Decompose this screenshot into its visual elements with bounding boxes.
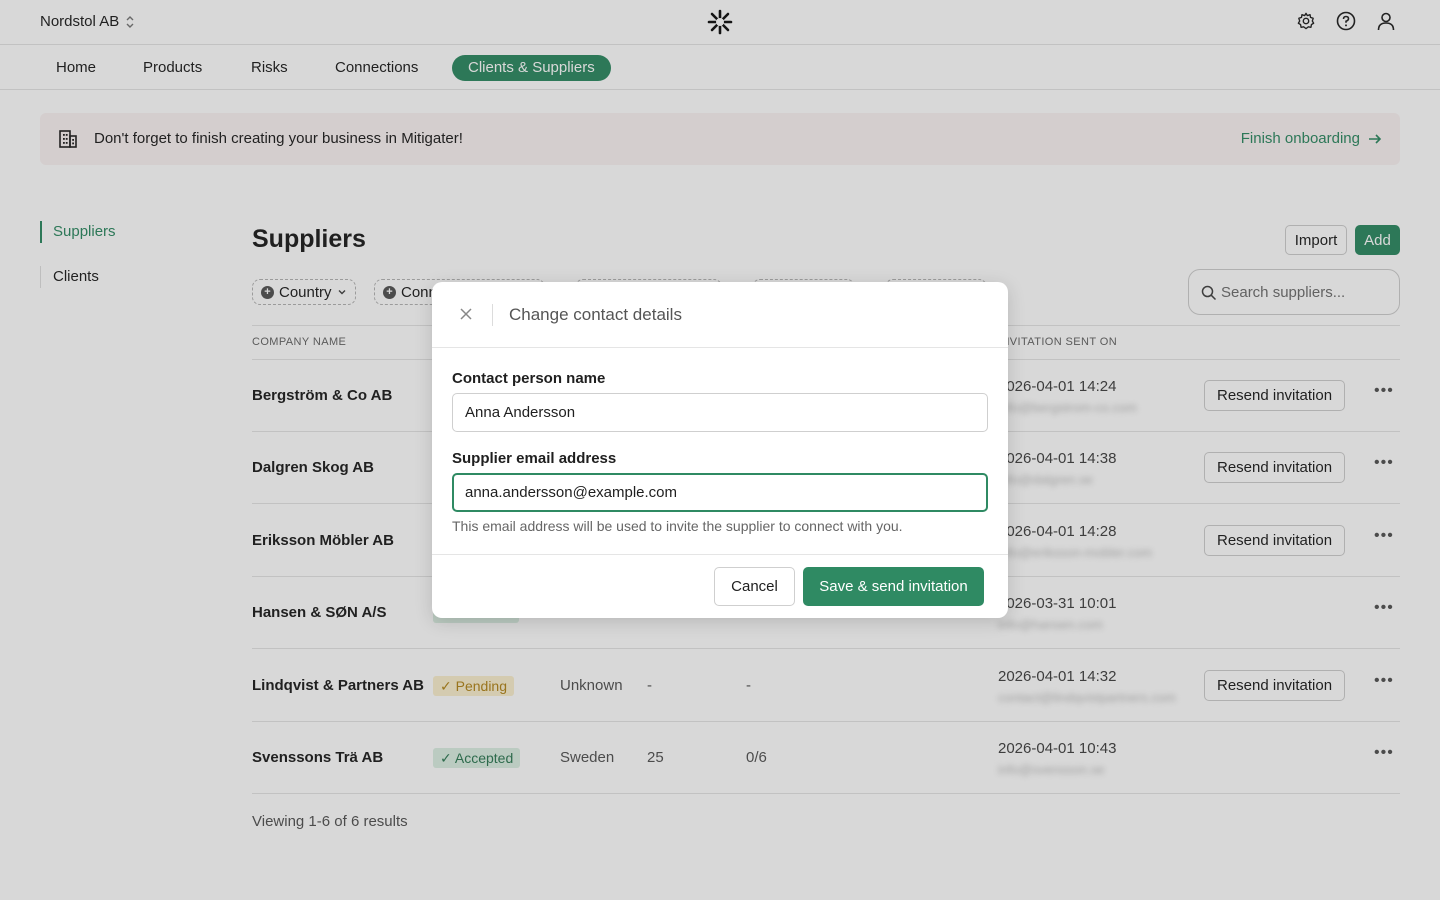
change-contact-modal: Change contact details Contact person na… xyxy=(432,282,1008,618)
close-icon[interactable] xyxy=(458,306,474,322)
cancel-button[interactable]: Cancel xyxy=(714,567,795,606)
contact-name-input[interactable] xyxy=(452,393,988,432)
modal-footer: Cancel Save & send invitation xyxy=(432,554,1008,618)
header-divider xyxy=(492,304,493,326)
save-send-invitation-button[interactable]: Save & send invitation xyxy=(803,567,984,606)
contact-name-label: Contact person name xyxy=(452,370,606,387)
modal-title: Change contact details xyxy=(509,305,682,324)
email-hint: This email address will be used to invit… xyxy=(452,518,903,534)
email-label: Supplier email address xyxy=(452,450,617,467)
modal-header: Change contact details xyxy=(432,282,1008,348)
email-input[interactable] xyxy=(452,473,988,512)
